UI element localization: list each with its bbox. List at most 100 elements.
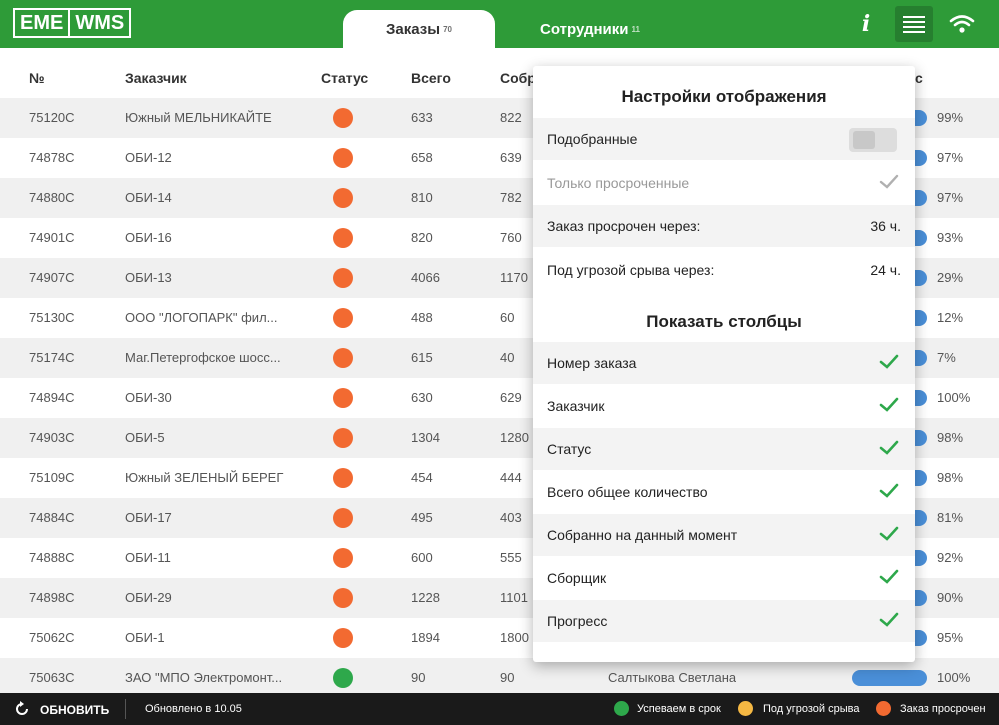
- order-number: 74898C: [29, 590, 75, 605]
- col-number[interactable]: №: [29, 70, 45, 86]
- setting-row-at-risk-after[interactable]: Под угрозой срыва через: 24 ч.: [533, 249, 915, 291]
- total-qty: 1304: [411, 430, 440, 445]
- progress-percent: 12%: [937, 310, 964, 325]
- logo-right: WMS: [75, 12, 125, 34]
- progress-percent: 100%: [937, 670, 971, 685]
- legend-on-time: Успеваем в срок: [637, 703, 721, 715]
- column-option[interactable]: Всего общее количество: [533, 471, 915, 513]
- progress-percent: 99%: [937, 110, 964, 125]
- progress-bar: [852, 670, 927, 686]
- customer-name: ОБИ-11: [125, 550, 171, 565]
- updated-time: Обновлено в 10.05: [145, 703, 242, 715]
- order-number: 74888C: [29, 550, 75, 565]
- col-progress[interactable]: c: [915, 70, 923, 86]
- picker-name: Салтыкова Светлана: [608, 670, 737, 685]
- order-number: 75130C: [29, 310, 75, 325]
- tab-staff-count: 11: [631, 24, 640, 34]
- refresh-button[interactable]: ОБНОВИТЬ: [40, 703, 109, 717]
- tab-staff-label: Сотрудники: [540, 20, 629, 38]
- customer-name: Южный МЕЛЬНИКАЙТЕ: [125, 110, 272, 125]
- logo-left: EME: [15, 10, 71, 36]
- col-collected[interactable]: Собр: [500, 70, 536, 86]
- collected-qty: 60: [500, 310, 515, 325]
- refresh-icon[interactable]: [14, 701, 30, 717]
- customer-name: ОБИ-5: [125, 430, 165, 445]
- total-qty: 820: [411, 230, 433, 245]
- customer-name: ОБИ-29: [125, 590, 172, 605]
- setting-value: 24 ч.: [870, 262, 901, 278]
- column-option-label: Всего общее количество: [547, 484, 708, 500]
- status-indicator: [333, 228, 353, 248]
- setting-row-overdue-only[interactable]: Только просроченные: [533, 162, 915, 204]
- status-indicator: [333, 508, 353, 528]
- customer-name: ОБИ-14: [125, 190, 172, 205]
- menu-icon[interactable]: [895, 6, 933, 42]
- total-qty: 495: [411, 510, 433, 525]
- progress-percent: 90%: [937, 590, 964, 605]
- status-indicator: [333, 268, 353, 288]
- order-number: 74884C: [29, 510, 75, 525]
- progress-percent: 92%: [937, 550, 964, 565]
- tab-staff[interactable]: Сотрудники 11: [515, 10, 665, 48]
- column-option[interactable]: Номер заказа: [533, 342, 915, 384]
- wifi-icon: [947, 9, 977, 39]
- customer-name: ООО "ЛОГОПАРК" фил...: [125, 310, 278, 325]
- total-qty: 600: [411, 550, 433, 565]
- total-qty: 488: [411, 310, 433, 325]
- col-total[interactable]: Всего: [411, 70, 451, 86]
- checkmark-icon: [879, 397, 899, 412]
- customer-name: ЗАО "МПО Электромонт...: [125, 670, 283, 685]
- progress-percent: 95%: [937, 630, 964, 645]
- setting-row-overdue-after[interactable]: Заказ просрочен через: 36 ч.: [533, 205, 915, 247]
- column-option[interactable]: Прогресс: [533, 600, 915, 642]
- order-number: 75174C: [29, 350, 75, 365]
- info-icon[interactable]: i: [855, 9, 877, 39]
- column-option[interactable]: Статус: [533, 428, 915, 470]
- column-option[interactable]: Сборщик: [533, 557, 915, 599]
- table-row[interactable]: 75063C ЗАО "МПО Электромонт... 90 90 Салтыко…: [0, 658, 999, 698]
- tab-orders[interactable]: Заказы 70: [343, 10, 495, 48]
- progress-percent: 97%: [937, 150, 964, 165]
- order-number: 75109C: [29, 470, 75, 485]
- order-number: 75120C: [29, 110, 75, 125]
- setting-label: Подобранные: [547, 131, 638, 147]
- legend-dot-overdue: [876, 701, 891, 716]
- progress-percent: 81%: [937, 510, 964, 525]
- total-qty: 1894: [411, 630, 440, 645]
- column-option[interactable]: Заказчик: [533, 385, 915, 427]
- popover-title: Настройки отображения: [621, 87, 827, 106]
- picked-toggle[interactable]: [849, 128, 897, 152]
- collected-qty: 403: [500, 510, 522, 525]
- column-option-label: Заказчик: [547, 398, 605, 414]
- order-number: 74901C: [29, 230, 75, 245]
- progress-percent: 98%: [937, 470, 964, 485]
- legend-overdue: Заказ просрочен: [900, 703, 986, 715]
- checkmark-icon: [879, 354, 899, 369]
- columns-section-title: Показать столбцы: [646, 312, 802, 331]
- customer-name: ОБИ-16: [125, 230, 172, 245]
- progress-percent: 98%: [937, 430, 964, 445]
- app-logo: EME WMS: [13, 8, 132, 38]
- setting-row-picked[interactable]: Подобранные: [533, 118, 915, 160]
- col-status[interactable]: Статус: [321, 70, 368, 86]
- collected-qty: 760: [500, 230, 522, 245]
- collected-qty: 782: [500, 190, 522, 205]
- col-customer[interactable]: Заказчик: [125, 70, 187, 86]
- column-option-label: Номер заказа: [547, 355, 637, 371]
- status-indicator: [333, 148, 353, 168]
- collected-qty: 629: [500, 390, 522, 405]
- status-indicator: [333, 668, 353, 688]
- checkmark-icon: [879, 483, 899, 498]
- status-indicator: [333, 468, 353, 488]
- progress-percent: 100%: [937, 390, 971, 405]
- column-option[interactable]: Собранно на данный момент: [533, 514, 915, 556]
- progress-percent: 7%: [937, 350, 956, 365]
- collected-qty: 1280: [500, 430, 529, 445]
- collected-qty: 40: [500, 350, 515, 365]
- checkmark-icon: [879, 174, 899, 189]
- status-indicator: [333, 388, 353, 408]
- status-indicator: [333, 308, 353, 328]
- column-option-label: Статус: [547, 441, 592, 457]
- customer-name: ОБИ-1: [125, 630, 165, 645]
- collected-qty: 444: [500, 470, 522, 485]
